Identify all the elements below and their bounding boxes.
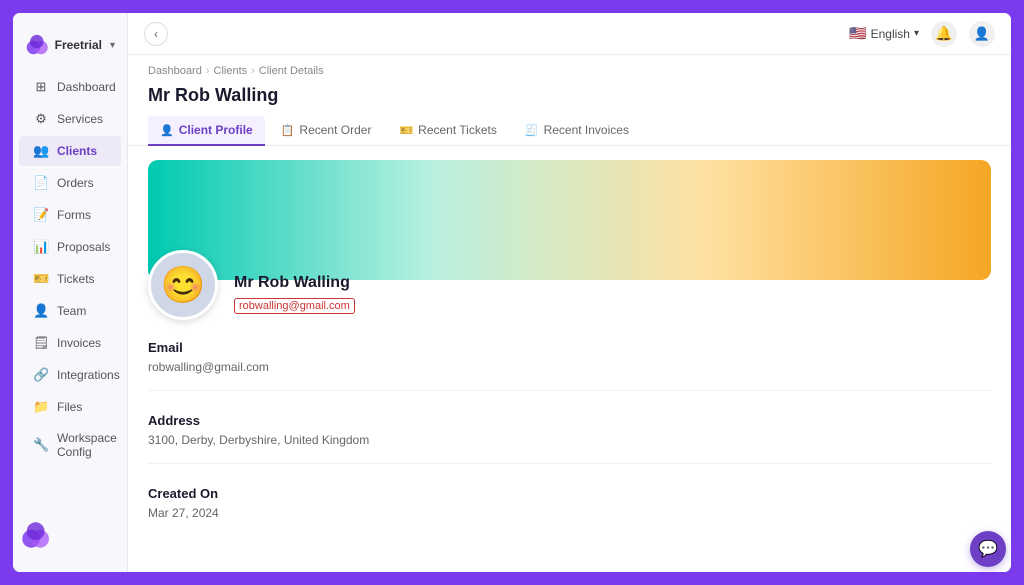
user-avatar-topbar[interactable]: 👤 [969,21,995,47]
tab-recent-order-label: Recent Order [299,123,371,137]
sidebar-chevron-icon: ▾ [110,40,115,51]
language-selector[interactable]: 🇺🇸 English ▾ [849,25,919,42]
sidebar: Freetrial ▾ ⊞ Dashboard ⚙ Services 👥 Cli… [13,13,128,572]
detail-created-on: Created On Mar 27, 2024 [148,486,991,536]
dashboard-icon: ⊞ [33,79,49,95]
orders-icon: 📄 [33,175,49,191]
detail-created-value: Mar 27, 2024 [148,506,991,520]
sidebar-label-proposals: Proposals [57,240,110,254]
sidebar-item-forms[interactable]: 📝 Forms [19,200,121,230]
sidebar-item-tickets[interactable]: 🎫 Tickets [19,264,121,294]
breadcrumb-clients[interactable]: Clients [214,65,248,77]
workspace-icon: 🔧 [33,437,49,453]
breadcrumb-dashboard[interactable]: Dashboard [148,65,202,77]
services-icon: ⚙ [33,111,49,127]
notifications-bell[interactable]: 🔔 [931,21,957,47]
sidebar-label-tickets: Tickets [57,272,95,286]
tab-recent-invoices[interactable]: 🧾 Recent Invoices [513,116,641,146]
page-title: Mr Rob Walling [128,81,1011,116]
sidebar-item-team[interactable]: 👤 Team [19,296,121,326]
sidebar-bottom-logo [21,521,49,549]
sidebar-item-clients[interactable]: 👥 Clients [19,136,121,166]
profile-email-badge[interactable]: robwalling@gmail.com [234,298,355,314]
sidebar-item-orders[interactable]: 📄 Orders [19,168,121,198]
page-content: Dashboard › Clients › Client Details Mr … [128,55,1011,572]
sidebar-label-orders: Orders [57,176,94,190]
sidebar-label-services: Services [57,112,103,126]
breadcrumb: Dashboard › Clients › Client Details [128,55,1011,81]
detail-address-value: 3100, Derby, Derbyshire, United Kingdom [148,433,991,447]
details-section: Email robwalling@gmail.com Address 3100,… [128,320,1011,536]
sidebar-label-integrations: Integrations [57,368,120,382]
sidebar-label-dashboard: Dashboard [57,80,116,94]
tab-recent-order-icon: 📋 [281,124,295,137]
breadcrumb-sep-2: › [251,65,255,77]
tab-recent-tickets[interactable]: 🎫 Recent Tickets [387,116,508,146]
tab-recent-invoices-label: Recent Invoices [544,123,629,137]
tab-client-profile-label: Client Profile [179,123,253,137]
detail-created-label: Created On [148,486,991,501]
team-icon: 👤 [33,303,49,319]
forms-icon: 📝 [33,207,49,223]
sidebar-logo-text: Freetrial [55,38,102,52]
main-content: ‹ 🇺🇸 English ▾ 🔔 👤 Dashboard › [128,13,1011,572]
sidebar-item-files[interactable]: 📁 Files [19,392,121,422]
logo-icon [25,31,49,59]
tab-recent-order[interactable]: 📋 Recent Order [269,116,384,146]
breadcrumb-current: Client Details [259,65,324,77]
flag-icon: 🇺🇸 [849,25,866,42]
sidebar-item-workspace-config[interactable]: 🔧 Workspace Config [19,424,121,466]
back-button[interactable]: ‹ [144,22,168,46]
sidebar-item-invoices[interactable]: 🗒 Invoices [19,328,121,358]
sidebar-logo[interactable]: Freetrial ▾ [13,23,127,71]
tab-client-profile-icon: 👤 [160,124,174,137]
detail-address-label: Address [148,413,991,428]
profile-section: 😊 Mr Rob Walling robwalling@gmail.com [128,250,1011,320]
integrations-icon: 🔗 [33,367,49,383]
topbar-right: 🇺🇸 English ▾ 🔔 👤 [849,21,995,47]
sidebar-item-proposals[interactable]: 📊 Proposals [19,232,121,262]
profile-info: Mr Rob Walling robwalling@gmail.com [234,274,355,320]
clients-icon: 👥 [33,143,49,159]
files-icon: 📁 [33,399,49,415]
sidebar-item-services[interactable]: ⚙ Services [19,104,121,134]
tabs-bar: 👤 Client Profile 📋 Recent Order 🎫 Recent… [128,116,1011,146]
sidebar-item-integrations[interactable]: 🔗 Integrations [19,360,121,390]
sidebar-label-team: Team [57,304,86,318]
profile-avatar: 😊 [148,250,218,320]
tab-recent-invoices-icon: 🧾 [525,124,539,137]
user-avatar-icon: 👤 [974,26,990,42]
sidebar-label-invoices: Invoices [57,336,101,350]
detail-email: Email robwalling@gmail.com [148,340,991,391]
detail-email-value: robwalling@gmail.com [148,360,991,374]
tickets-icon: 🎫 [33,271,49,287]
profile-name: Mr Rob Walling [234,274,355,292]
sidebar-label-forms: Forms [57,208,91,222]
sidebar-label-clients: Clients [57,144,97,158]
topbar: ‹ 🇺🇸 English ▾ 🔔 👤 [128,13,1011,55]
invoices-icon: 🗒 [33,335,49,351]
sidebar-label-files: Files [57,400,82,414]
breadcrumb-sep-1: › [206,65,210,77]
tab-recent-tickets-icon: 🎫 [399,124,413,137]
avatar-emoji: 😊 [161,264,206,306]
tab-recent-tickets-label: Recent Tickets [418,123,497,137]
proposals-icon: 📊 [33,239,49,255]
sidebar-label-workspace: Workspace Config [57,431,117,459]
sidebar-item-dashboard[interactable]: ⊞ Dashboard [19,72,121,102]
language-label: English [871,27,910,41]
detail-address: Address 3100, Derby, Derbyshire, United … [148,413,991,464]
chat-icon: 💬 [978,539,998,559]
bell-icon: 🔔 [935,25,952,42]
tab-client-profile[interactable]: 👤 Client Profile [148,116,265,146]
lang-chevron-icon: ▾ [914,28,919,39]
chat-bubble-button[interactable]: 💬 [970,531,1006,567]
sidebar-bottom [13,513,127,562]
detail-email-label: Email [148,340,991,355]
